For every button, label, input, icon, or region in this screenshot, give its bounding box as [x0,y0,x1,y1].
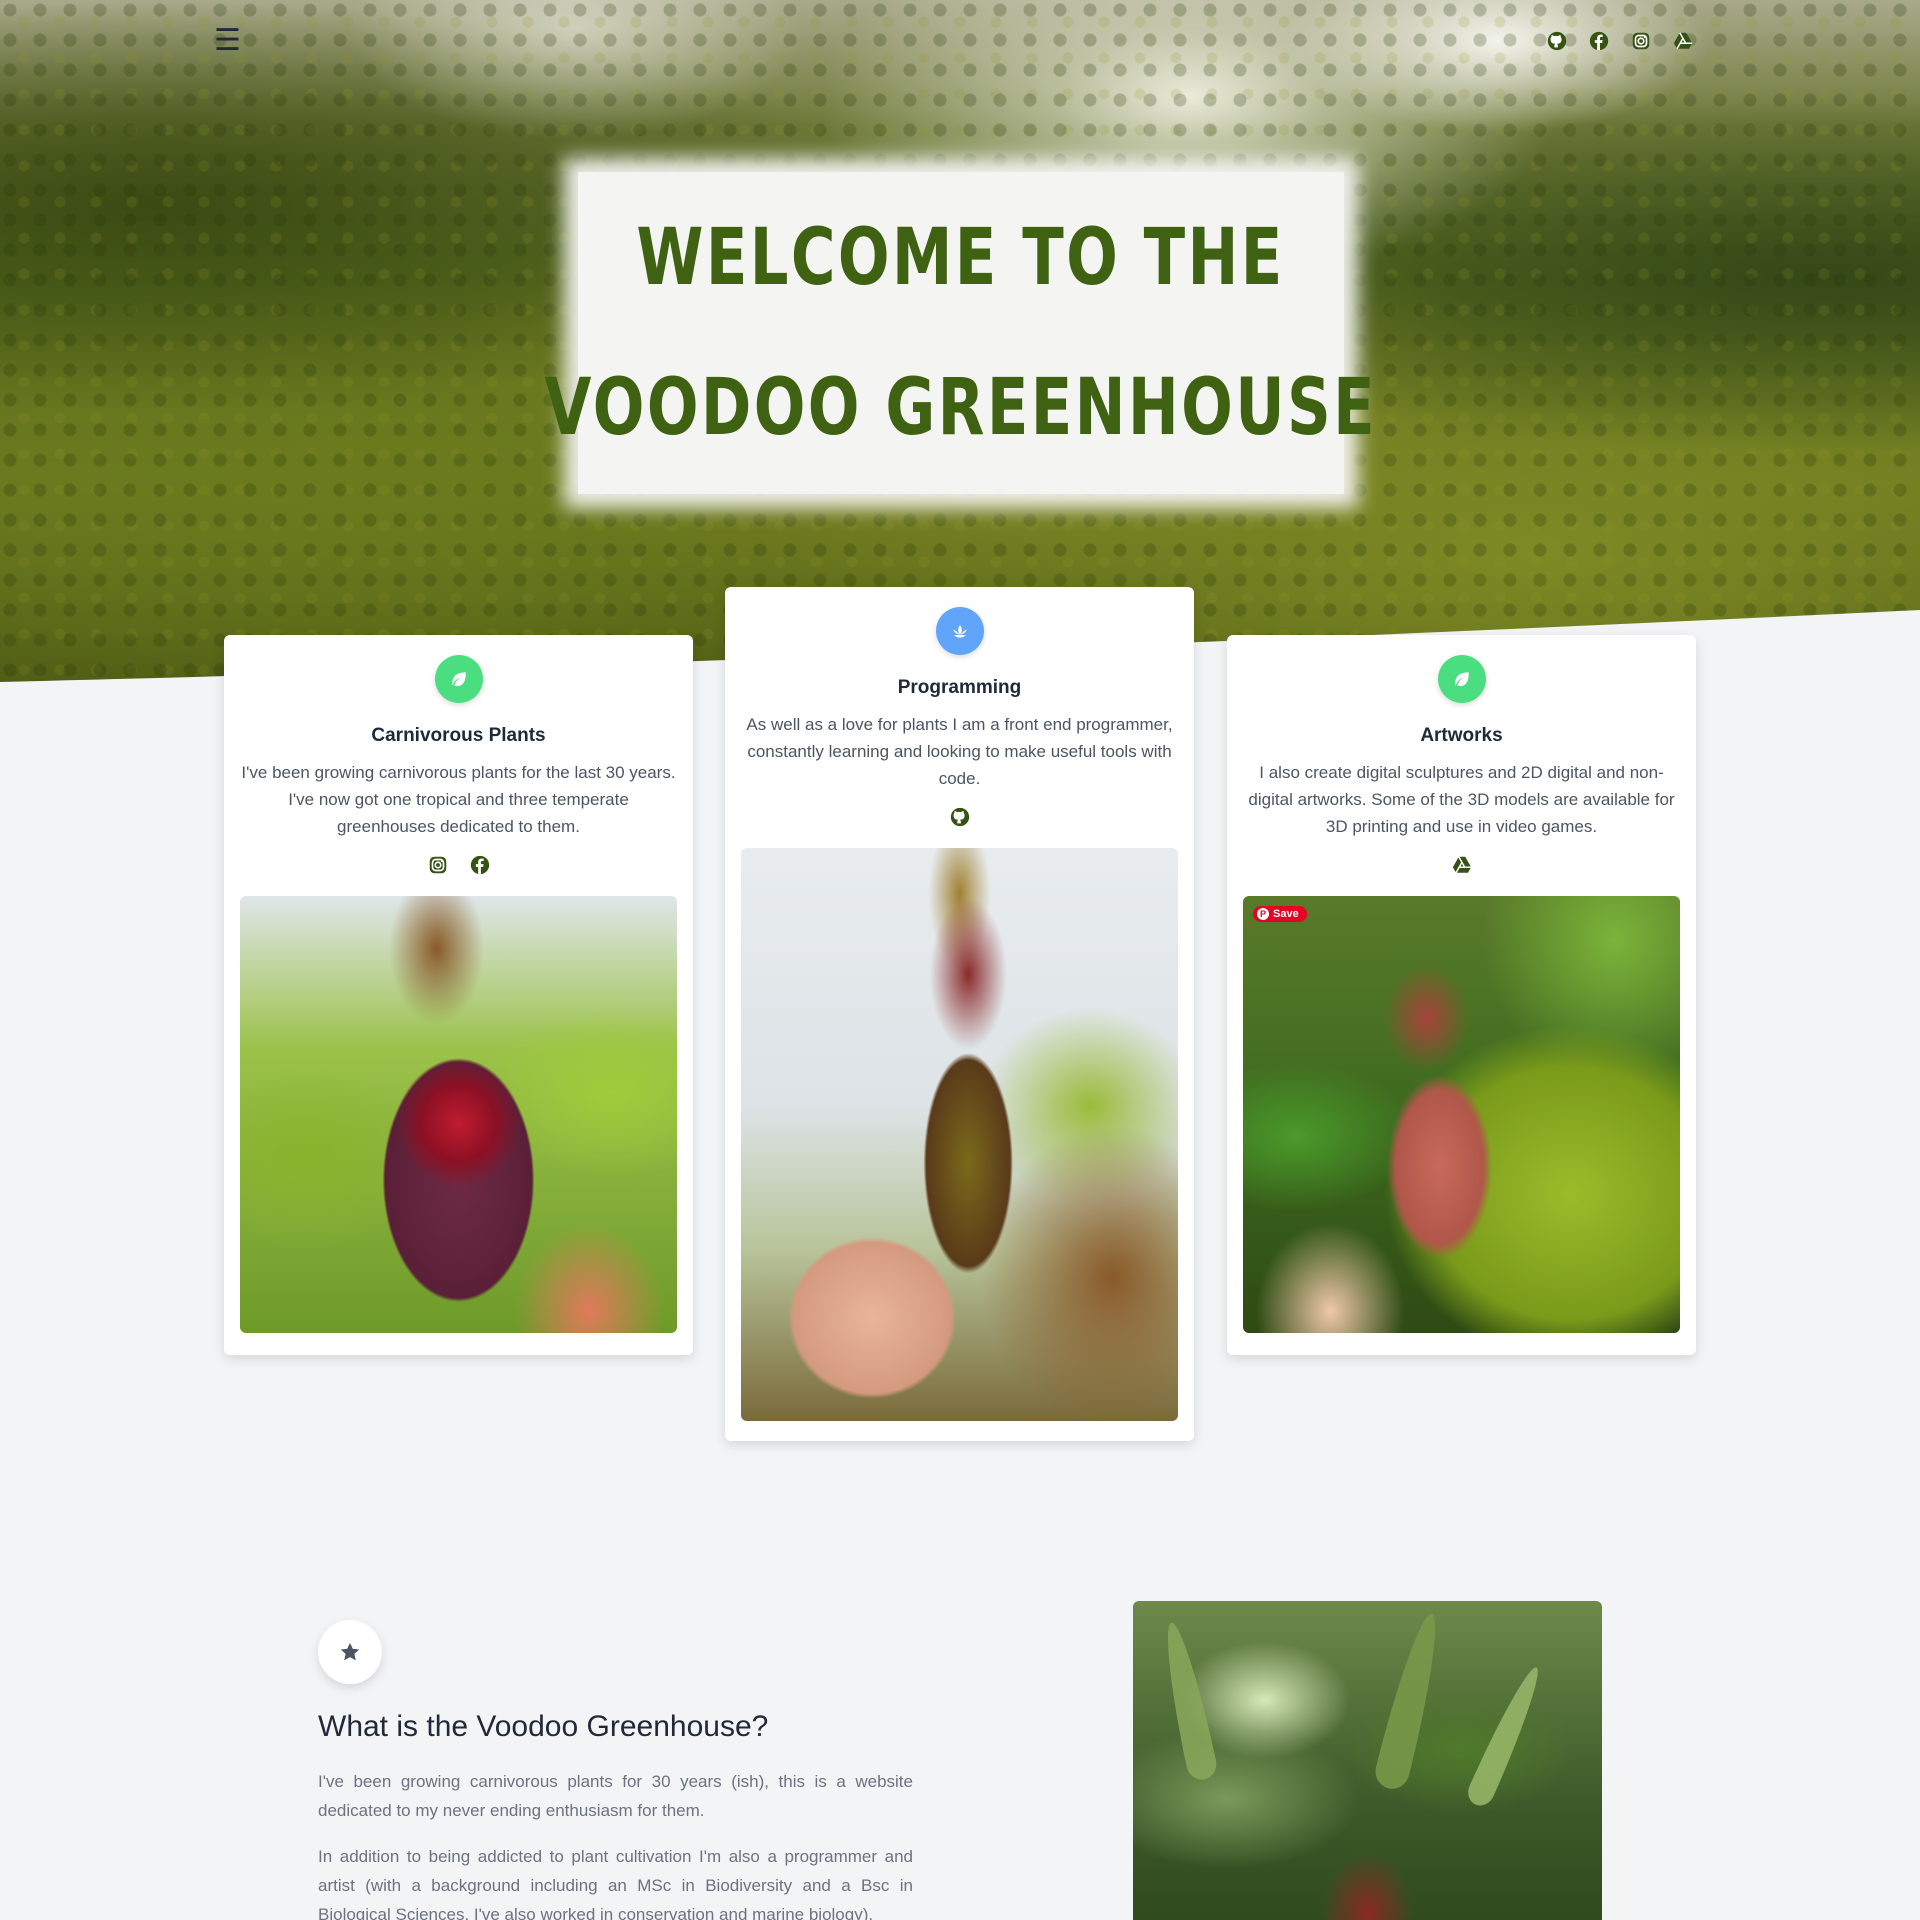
card-photo-pitcher-in-hand [741,848,1178,1421]
facebook-icon[interactable] [469,854,491,876]
google-drive-icon[interactable] [1672,30,1694,52]
hamburger-menu-icon[interactable]: ☰ [214,26,244,56]
welcome-title-line-2: Voodoo Greenhouse [544,363,1378,453]
about-title: What is the Voodoo Greenhouse? [318,1710,769,1743]
card-badge [1437,655,1486,703]
facebook-icon[interactable] [1588,30,1610,52]
about-badge [318,1620,382,1684]
pinterest-icon: P [1257,908,1269,920]
star-icon [340,1642,360,1661]
card-text: I also create digital sculptures and 2D … [1248,763,1675,836]
card-photo-nepenthes [240,896,677,1333]
card-social-links [240,854,677,876]
card-artworks: Artworks I also create digital sculpture… [1227,635,1696,1355]
card-social-links [1243,854,1680,876]
about-paragraph-2: In addition to being addicted to plant c… [318,1847,913,1920]
card-text: As well as a love for plants I am a fron… [746,715,1173,788]
github-icon[interactable] [1546,30,1568,52]
photo-leaf-detail [1371,1609,1449,1793]
welcome-title-box: Welcome to the Voodoo Greenhouse [545,172,1375,494]
card-title: Carnivorous Plants [371,725,546,746]
lotus-icon [952,625,967,638]
pinterest-save-label: Save [1273,908,1299,920]
welcome-title-line-1: Welcome to the [636,213,1286,303]
card-title: Artworks [1420,725,1503,746]
card-badge [434,655,483,703]
card-photo-red-pitcher: P Save [1243,896,1680,1333]
photo-leaf-detail [1156,1619,1220,1783]
card-social-links [741,806,1178,828]
google-drive-icon[interactable] [1451,854,1473,876]
card-carnivorous-plants: Carnivorous Plants I've been growing car… [224,635,693,1355]
card-text: I've been growing carnivorous plants for… [241,763,676,836]
instagram-icon[interactable] [427,854,449,876]
leaf-icon [1454,672,1469,687]
card-programming: Programming As well as a love for plants… [725,587,1194,1441]
header-social-links [1546,30,1694,52]
about-paragraph-1: I've been growing carnivorous plants for… [318,1772,913,1820]
leaf-icon [451,672,466,687]
pinterest-save-button[interactable]: P Save [1253,906,1307,922]
instagram-icon[interactable] [1630,30,1652,52]
github-icon[interactable] [949,806,971,828]
card-title: Programming [897,677,1022,698]
about-photo-nepenthes [1133,1601,1602,1920]
card-badge [935,607,984,655]
photo-leaf-detail [1463,1662,1549,1810]
